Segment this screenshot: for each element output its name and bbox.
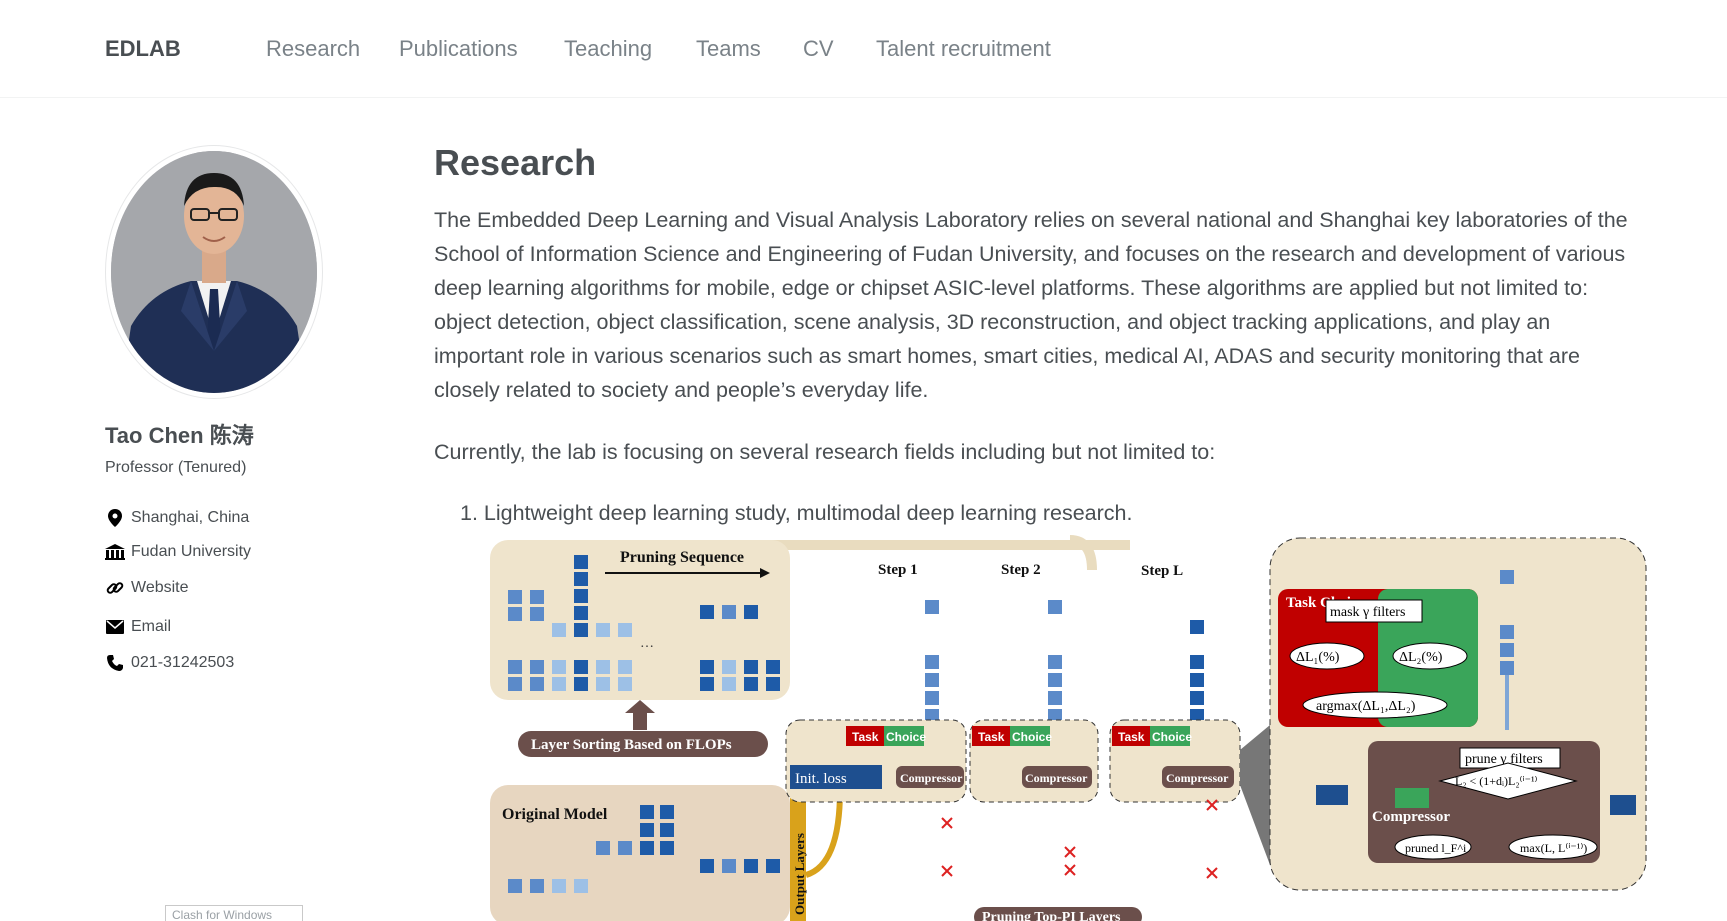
- condition-label: L₂ < (1+dᵢ)L₂⁽ⁱ⁻¹⁾: [1455, 774, 1538, 788]
- map-marker-icon: [105, 508, 125, 528]
- phone-item: 021-31242503: [105, 652, 234, 674]
- svg-text:Choice: Choice: [1012, 730, 1052, 744]
- max-label: max(L, L⁽ⁱ⁻¹⁾): [1520, 841, 1587, 855]
- website-item[interactable]: Website: [105, 577, 189, 599]
- research-list-item: 1. Lightweight deep learning study, mult…: [460, 501, 1133, 525]
- author-bio: Professor (Tenured): [105, 459, 247, 476]
- svg-text:Task: Task: [1118, 730, 1145, 744]
- stepL-label: Step L: [1141, 563, 1183, 579]
- avatar-photo: [111, 151, 317, 393]
- pruned-markers: [941, 799, 1218, 879]
- email-item[interactable]: Email: [105, 616, 171, 638]
- email-link[interactable]: Email: [131, 618, 171, 636]
- author-name: Tao Chen 陈涛: [105, 423, 254, 448]
- ellipsis-label: …: [640, 636, 654, 651]
- nav-publications[interactable]: Publications: [399, 36, 518, 62]
- dl2-label: ΔL₂(%): [1399, 650, 1443, 665]
- avatar-portrait: [111, 151, 317, 393]
- svg-text:Compressor: Compressor: [1166, 771, 1229, 785]
- step1-label: Step 1: [878, 562, 918, 578]
- task-choice-tags: Task Choice Task Choice Task Choice: [846, 726, 1192, 746]
- step2-label: Step 2: [1001, 562, 1041, 578]
- nav-cv[interactable]: CV: [803, 36, 834, 62]
- pruning-sequence-label: Pruning Sequence: [620, 549, 744, 566]
- pruning-bottom-label: Pruning Top-PI Layers: [982, 910, 1121, 921]
- svg-text:Choice: Choice: [886, 730, 926, 744]
- location-text: Shanghai, China: [131, 509, 250, 526]
- argmax-label: argmax(ΔL₁,ΔL₂): [1316, 699, 1416, 714]
- location-item: Shanghai, China: [105, 507, 249, 529]
- nav-teaching[interactable]: Teaching: [564, 36, 652, 62]
- website-link[interactable]: Website: [131, 579, 189, 597]
- employer-text: Fudan University: [131, 543, 252, 560]
- focus-paragraph: Currently, the lab is focusing on severa…: [434, 440, 1216, 464]
- compressor-detail-label: Compressor: [1372, 809, 1450, 825]
- phone-text: 021-31242503: [131, 654, 235, 671]
- compressor-boxes: Compressor Compressor Compressor: [896, 766, 1234, 788]
- envelope-icon: [105, 617, 125, 637]
- step-columns: [925, 600, 1204, 723]
- svg-text:Task: Task: [852, 730, 879, 744]
- top-nav: EDLAB Research Publications Teaching Tea…: [0, 0, 1727, 98]
- intro-paragraph: The Embedded Deep Learning and Visual An…: [434, 208, 1628, 402]
- dl1-label: ΔL₁(%): [1296, 650, 1340, 665]
- output-layers-label: Output Layers: [792, 833, 807, 915]
- layer-sorting-label: Layer Sorting Based on FLOPs: [531, 737, 732, 753]
- avatar: [105, 145, 323, 399]
- init-loss-label: Init. loss: [795, 771, 847, 787]
- phone-icon: [105, 653, 125, 673]
- employer-item: Fudan University: [105, 541, 251, 563]
- svg-text:Choice: Choice: [1152, 730, 1192, 744]
- original-model-label: Original Model: [502, 806, 608, 823]
- site-title-link[interactable]: EDLAB: [105, 36, 181, 62]
- nav-research[interactable]: Research: [266, 36, 360, 62]
- svg-text:Compressor: Compressor: [900, 771, 963, 785]
- nav-talent-recruitment[interactable]: Talent recruitment: [876, 36, 1051, 62]
- link-icon: [105, 578, 125, 598]
- clash-badge: Clash for Windows: [165, 905, 303, 921]
- mask-filters-label: mask γ filters: [1330, 605, 1405, 620]
- pruning-framework-diagram: Pruning Sequence … Layer Sorting Based o…: [490, 535, 1647, 921]
- pruned-label: pruned l_F^i: [1405, 841, 1467, 855]
- university-icon: [105, 542, 125, 562]
- page-title: Research: [434, 142, 597, 183]
- svg-text:Task: Task: [978, 730, 1005, 744]
- svg-text:Compressor: Compressor: [1025, 771, 1088, 785]
- nav-teams[interactable]: Teams: [696, 36, 761, 62]
